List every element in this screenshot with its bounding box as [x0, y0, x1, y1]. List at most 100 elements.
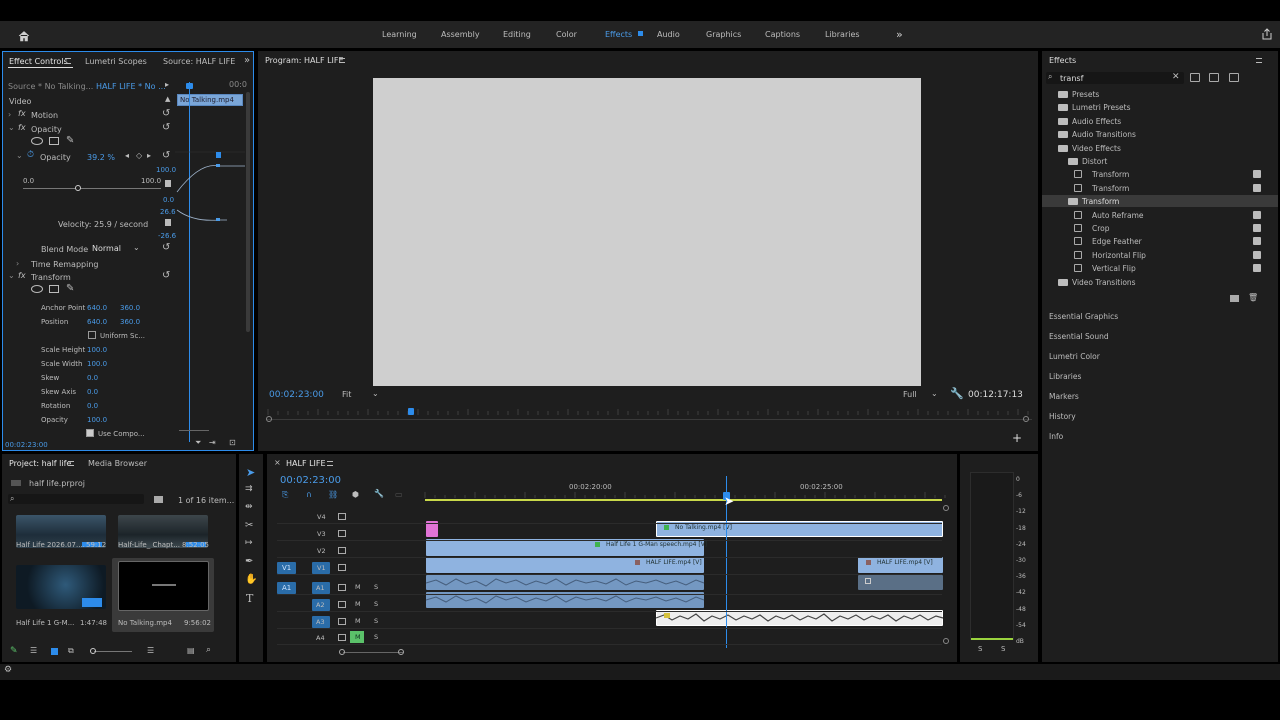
project-item-name[interactable]: Half-Life_ Chapt... [118, 541, 180, 549]
selection-tool-icon[interactable]: ➤ [246, 466, 255, 479]
checkbox[interactable] [88, 331, 96, 339]
filter-icon[interactable]: ⏷ [195, 438, 201, 448]
solo-button[interactable]: S [374, 600, 378, 608]
new-bin-icon[interactable] [1230, 295, 1239, 302]
reset-prop-icon[interactable]: ↺ [162, 150, 170, 161]
captions-icon[interactable]: ▭ [395, 490, 403, 499]
track-select-tool-icon[interactable]: ⇉ [245, 484, 253, 494]
nest-icon[interactable]: ⎘ [282, 490, 288, 500]
solo-right-button[interactable]: S [1001, 645, 1005, 653]
sync-lock-icon[interactable] [338, 618, 346, 625]
ellipse-mask-icon[interactable] [31, 285, 43, 293]
snap-icon[interactable]: ∩ [306, 490, 312, 499]
panel-libraries[interactable]: Libraries [1049, 372, 1081, 381]
tab-source[interactable]: Source: HALF LIFE [163, 57, 235, 66]
ellipse-mask-icon[interactable] [31, 137, 43, 145]
solo-button[interactable]: S [374, 617, 378, 625]
mute-button[interactable]: M [355, 583, 361, 591]
tree-item-label[interactable]: Vertical Flip [1092, 264, 1136, 273]
track-label[interactable]: A3 [316, 618, 325, 626]
track-label[interactable]: V4 [317, 513, 326, 521]
pencil-icon[interactable]: ✎ [10, 646, 18, 656]
tree-item-label[interactable]: Audio Transitions [1072, 130, 1136, 139]
program-scrub-bar[interactable] [266, 419, 1032, 420]
add-keyframe-icon[interactable]: ◇ [136, 151, 142, 160]
prop-value[interactable]: 100.0 [87, 346, 107, 354]
zoom-thumb[interactable] [90, 648, 96, 654]
home-icon[interactable] [12, 30, 30, 42]
track-label[interactable]: V2 [317, 547, 326, 555]
time-remap-expand-icon[interactable]: › [16, 259, 19, 268]
linked-select-icon[interactable]: ⛓ [328, 490, 338, 499]
workspace-tab-libraries[interactable]: Libraries [825, 30, 860, 39]
32bit-filter-icon[interactable] [1209, 73, 1219, 82]
zoom-slider[interactable] [94, 651, 132, 652]
prop-value[interactable]: 360.0 [120, 304, 140, 312]
prop-value[interactable]: 640.0 [87, 304, 107, 312]
opacity-slider-track[interactable] [23, 188, 161, 189]
search-icon[interactable]: ⌕ [206, 645, 211, 655]
graph-lock-icon[interactable] [165, 219, 171, 226]
opacity-expand-icon[interactable]: ⌄ [8, 123, 15, 132]
tree-item-label[interactable]: Horizontal Flip [1092, 251, 1146, 260]
list-view-icon[interactable]: ☰ [30, 646, 37, 655]
workspace-menu-icon[interactable] [638, 31, 643, 36]
quality-select[interactable]: Full [903, 390, 917, 399]
tab-menu-icon[interactable] [327, 461, 333, 466]
project-item-name[interactable]: Half Life 1 G-M... [16, 619, 74, 627]
prop-value[interactable]: 360.0 [120, 318, 140, 326]
timeline-title[interactable]: HALF LIFE [286, 459, 326, 468]
fit-select[interactable]: Fit [342, 390, 351, 399]
track-label[interactable]: V1 [317, 564, 326, 572]
chevron-down-icon[interactable]: ⌄ [133, 243, 140, 252]
track-label[interactable]: A2 [316, 601, 325, 609]
opacity-value[interactable]: 39.2 % [87, 153, 115, 162]
reset-transform-icon[interactable]: ↺ [162, 270, 170, 281]
tab-media-browser[interactable]: Media Browser [88, 459, 147, 468]
tab-menu-icon[interactable] [68, 461, 74, 466]
program-title[interactable]: Program: HALF LIFE [265, 56, 344, 65]
panel-essential-sound[interactable]: Essential Sound [1049, 332, 1109, 341]
share-icon[interactable] [1255, 28, 1272, 40]
freeform-view-icon[interactable]: ⧉ [68, 646, 74, 656]
sync-lock-icon[interactable] [338, 634, 346, 641]
sync-lock-icon[interactable] [338, 584, 346, 591]
graph-lock-icon[interactable] [165, 180, 171, 187]
thumbnail-no-talking[interactable] [118, 561, 209, 611]
solo-button[interactable]: S [374, 633, 378, 641]
source-label[interactable]: Source * No Talking... [8, 82, 93, 91]
transform-expand-icon[interactable]: ⌄ [8, 271, 15, 280]
panel-markers[interactable]: Markers [1049, 392, 1079, 401]
effects-title[interactable]: Effects [1049, 56, 1076, 65]
tree-item-label[interactable]: Presets [1072, 90, 1099, 99]
sync-lock-icon[interactable] [338, 530, 346, 537]
ec-zoom-slider[interactable] [179, 430, 209, 431]
tree-item-label[interactable]: Lumetri Presets [1072, 103, 1131, 112]
ec-scrollbar[interactable] [246, 92, 250, 332]
opacity-prop-expand-icon[interactable]: ⌄ [16, 151, 23, 160]
program-video-frame[interactable] [373, 78, 921, 386]
workspace-tab-effects[interactable]: Effects [605, 30, 632, 39]
timeline-settings-icon[interactable]: 🔧 [374, 489, 384, 498]
hand-tool-icon[interactable]: ✋ [245, 574, 257, 585]
sync-lock-icon[interactable] [338, 547, 346, 554]
tab-lumetri-scopes[interactable]: Lumetri Scopes [85, 57, 147, 66]
prop-value[interactable]: 0.0 [87, 402, 98, 410]
accelerated-filter-icon[interactable] [1190, 73, 1200, 82]
tree-item-label[interactable]: Distort [1082, 157, 1107, 166]
chevron-down-icon[interactable]: ⌄ [931, 389, 938, 398]
pen-tool-icon[interactable]: ✒ [245, 556, 253, 567]
scroll-up-icon[interactable]: ▲ [165, 95, 170, 103]
project-search-field[interactable] [8, 494, 144, 504]
opacity-slider-thumb[interactable] [75, 185, 81, 191]
tree-item-label[interactable]: Audio Effects [1072, 117, 1121, 126]
checkbox[interactable] [86, 429, 94, 437]
panel-history[interactable]: History [1049, 412, 1076, 421]
type-tool-icon[interactable]: T [246, 592, 253, 605]
track-label[interactable]: A4 [316, 634, 325, 642]
settings-wrench-icon[interactable]: 🔧 [950, 387, 964, 400]
workspace-tab-learning[interactable]: Learning [382, 30, 417, 39]
mute-button[interactable]: M [355, 633, 361, 641]
reset-blend-icon[interactable]: ↺ [162, 242, 170, 253]
sequence-label[interactable]: HALF LIFE * No ... [96, 82, 166, 91]
